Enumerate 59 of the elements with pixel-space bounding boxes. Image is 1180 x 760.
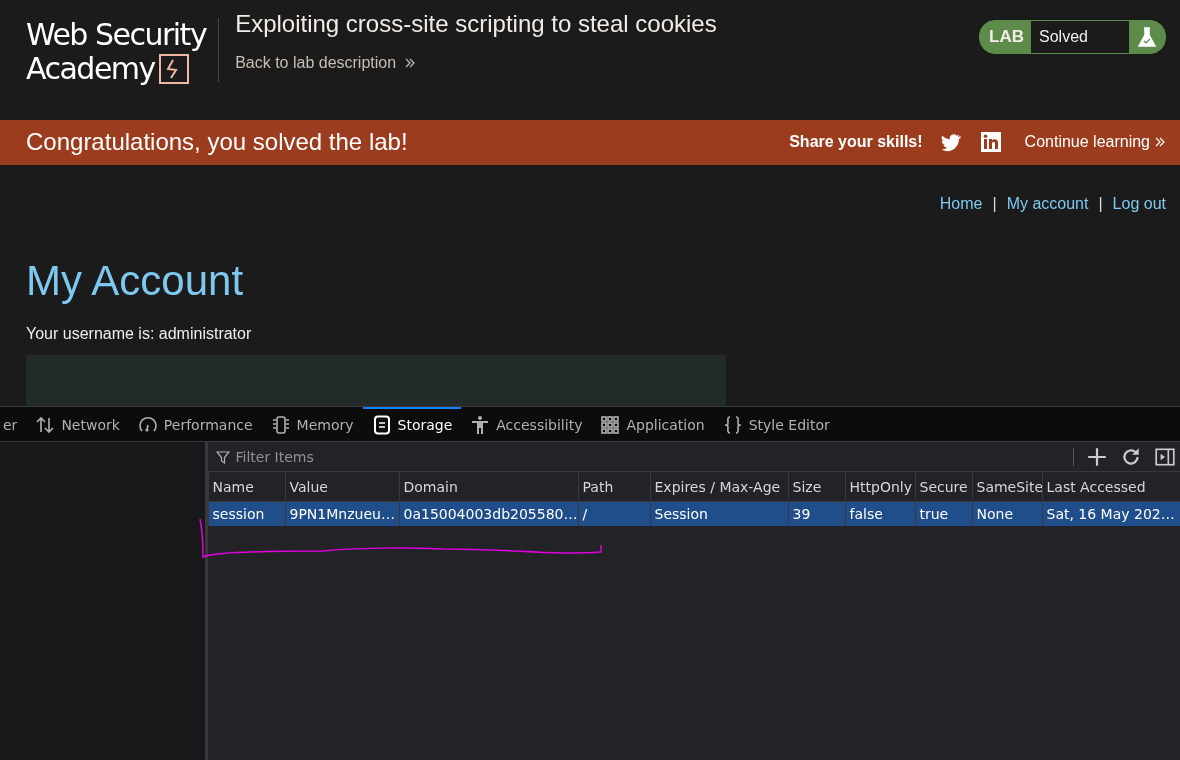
nav-link[interactable]: Home bbox=[939, 194, 983, 213]
nav-separator: | bbox=[992, 194, 997, 213]
grid-icon bbox=[600, 415, 621, 435]
table-cell: None bbox=[972, 501, 1042, 526]
lab-status-badge: LAB Solved bbox=[979, 20, 1166, 54]
column-header[interactable]: SameSite bbox=[972, 472, 1042, 502]
column-header[interactable]: Value bbox=[285, 472, 399, 502]
page-heading: My Account bbox=[26, 256, 245, 305]
devtools-tab[interactable]: er bbox=[0, 407, 27, 441]
double-chevron-icon bbox=[404, 57, 417, 69]
devtools-tab[interactable]: Performance bbox=[128, 407, 262, 441]
double-chevron-icon bbox=[1154, 136, 1166, 149]
column-header[interactable]: Expires / Max-Age bbox=[650, 472, 788, 502]
add-icon[interactable] bbox=[1086, 445, 1108, 468]
column-header[interactable]: Last Accessed bbox=[1042, 472, 1180, 502]
table-cell: 39 bbox=[788, 501, 845, 526]
braces-icon bbox=[722, 415, 743, 435]
column-header[interactable]: Size bbox=[788, 472, 845, 502]
success-message: Congratulations, you solved the lab! bbox=[26, 128, 408, 157]
table-cell: false bbox=[845, 501, 915, 526]
table-cell: true bbox=[915, 501, 972, 526]
table-cell: 0a15004003db205580… bbox=[399, 501, 578, 526]
devtools-tab[interactable]: Network bbox=[26, 407, 129, 441]
lightning-box-icon bbox=[156, 52, 191, 86]
username-text: Your username is: administrator bbox=[26, 324, 253, 343]
twitter-bird-icon[interactable] bbox=[940, 132, 961, 153]
lab-title: Exploiting cross-site scripting to steal cookies bbox=[235, 10, 717, 38]
logo-text: Web Security bbox=[26, 18, 207, 52]
refresh-icon[interactable] bbox=[1120, 445, 1142, 468]
devtools-tab[interactable]: Memory bbox=[261, 407, 363, 441]
column-header[interactable]: Path bbox=[578, 472, 650, 502]
share-label: Share your skills! bbox=[789, 133, 923, 152]
nav-link[interactable]: My account bbox=[1006, 194, 1089, 213]
table-cell: / bbox=[578, 501, 650, 526]
nav-link[interactable]: Log out bbox=[1112, 194, 1166, 213]
sidebar-toggle-icon[interactable] bbox=[1154, 445, 1176, 468]
logo-text: Academy bbox=[26, 52, 155, 86]
column-header[interactable]: Domain bbox=[399, 472, 578, 502]
person-icon bbox=[470, 415, 491, 435]
continue-learning-link[interactable]: Continue learning bbox=[1024, 133, 1166, 152]
column-header[interactable]: HttpOnly bbox=[845, 472, 915, 502]
table-cell: Session bbox=[650, 501, 788, 526]
up-down-arrows-icon bbox=[35, 415, 56, 435]
flask-icon bbox=[1138, 27, 1156, 47]
back-link[interactable]: Back to lab description bbox=[235, 54, 717, 72]
filter-icon bbox=[215, 449, 230, 464]
storage-icon bbox=[371, 415, 392, 435]
column-header[interactable]: Secure bbox=[915, 472, 972, 502]
memory-chip-icon bbox=[270, 415, 291, 435]
devtools-tab[interactable]: Application bbox=[591, 407, 714, 441]
filter-field[interactable]: Filter Items bbox=[233, 447, 1069, 466]
table-cell: session bbox=[208, 501, 285, 526]
devtools-tab[interactable]: Accessibility bbox=[461, 407, 592, 441]
table-cell: Sat, 16 May 202… bbox=[1042, 501, 1180, 526]
linkedin-icon[interactable] bbox=[980, 132, 1001, 153]
devtools-tab[interactable]: Style Editor bbox=[713, 407, 839, 441]
nav-separator: | bbox=[1098, 194, 1103, 213]
table-cell: 9PN1Mnzueu… bbox=[285, 501, 399, 526]
column-header[interactable]: Name bbox=[208, 472, 285, 502]
